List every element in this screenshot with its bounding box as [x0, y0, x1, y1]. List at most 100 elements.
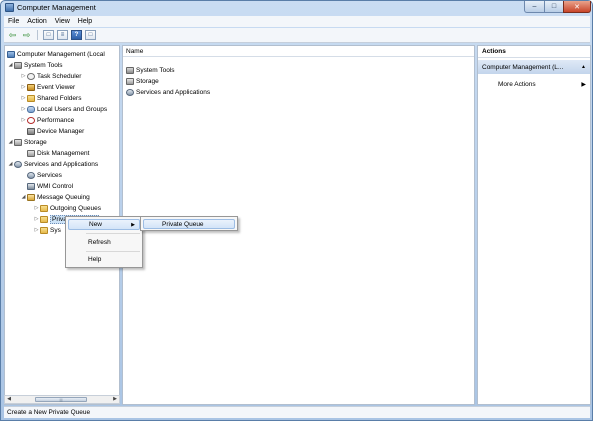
submenu-arrow-icon: ▶ [581, 81, 586, 88]
tree-item-label: Device Manager [37, 127, 85, 135]
column-header-label: Name [126, 47, 144, 55]
folder-icon [40, 204, 48, 212]
actions-section-computer-management[interactable]: Computer Management (L... ▲ [478, 60, 590, 74]
tree-item-message-queuing[interactable]: ◢ Message Queuing [20, 192, 90, 202]
status-bar: Create a New Private Queue [4, 406, 590, 418]
tree-item-disk-management[interactable]: Disk Management [27, 148, 89, 158]
title-bar[interactable]: Computer Management – □ ✕ [1, 1, 592, 15]
export-list-icon: ≡ [60, 32, 65, 38]
list-item[interactable]: Storage [126, 76, 159, 86]
tree-item-system-tools[interactable]: ◢ System Tools [7, 60, 63, 70]
tree-item-label: Task Scheduler [37, 72, 82, 80]
expand-triangle-icon[interactable]: ▷ [20, 73, 27, 79]
submenu-label: Private Queue [162, 220, 204, 228]
tree-item-computer-management[interactable]: Computer Management (Local [7, 49, 105, 59]
back-arrow-icon: ⇦ [8, 29, 17, 40]
collapse-triangle-icon[interactable]: ◢ [20, 194, 27, 200]
help-button[interactable]: ? [71, 30, 82, 40]
scroll-left-icon[interactable]: ◀ [5, 396, 13, 403]
window-title: Computer Management [17, 3, 96, 12]
tree-item-storage[interactable]: ◢ Storage [7, 137, 47, 147]
expand-triangle-icon[interactable]: ▷ [20, 106, 27, 112]
shared-folders-icon [27, 94, 35, 102]
context-menu-item-help[interactable]: Help [68, 254, 140, 265]
tree-item-label: Sys [50, 226, 61, 234]
forward-button[interactable]: ⇨ [21, 30, 32, 40]
expand-triangle-icon[interactable]: ▷ [20, 84, 27, 90]
tree-item-system-queues[interactable]: ▷ Sys [33, 225, 61, 235]
menu-separator [86, 233, 140, 234]
list-item[interactable]: Services and Applications [126, 87, 210, 97]
services-icon [27, 171, 35, 179]
toolbar-separator [37, 30, 38, 40]
expand-triangle-icon[interactable]: ▷ [33, 216, 40, 222]
services-applications-icon [14, 160, 22, 168]
computer-management-app-icon [5, 3, 14, 12]
list-item[interactable]: System Tools [126, 65, 175, 75]
expand-triangle-icon[interactable]: ▷ [20, 117, 27, 123]
actions-header: Actions [478, 46, 590, 58]
storage-icon [126, 77, 134, 85]
tree-item-shared-folders[interactable]: ▷ Shared Folders [20, 93, 81, 103]
show-hide-action-pane-button[interactable]: □ [85, 30, 96, 40]
back-button[interactable]: ⇦ [7, 30, 18, 40]
menu-file[interactable]: File [4, 18, 23, 25]
wmi-control-icon [27, 182, 35, 190]
export-list-button[interactable]: ≡ [57, 30, 68, 40]
submenu-item-private-queue[interactable]: Private Queue [143, 219, 235, 229]
tree-item-wmi-control[interactable]: WMI Control [27, 181, 73, 191]
submenu-arrow-icon: ▶ [131, 221, 135, 228]
menu-view[interactable]: View [51, 18, 74, 25]
task-scheduler-icon [27, 72, 35, 80]
show-hide-console-tree-button[interactable]: □ [43, 30, 54, 40]
collapse-triangle-icon[interactable]: ◢ [7, 139, 14, 145]
help-icon: ? [74, 32, 79, 38]
device-manager-icon [27, 127, 35, 135]
more-actions-item[interactable]: More Actions ▶ [498, 79, 588, 89]
tree-item-task-scheduler[interactable]: ▷ Task Scheduler [20, 71, 81, 81]
tree-item-local-users-groups[interactable]: ▷ Local Users and Groups [20, 104, 107, 114]
tree-item-services-and-applications[interactable]: ◢ Services and Applications [7, 159, 98, 169]
tree-item-performance[interactable]: ▷ Performance [20, 115, 74, 125]
actions-pane: Actions Computer Management (L... ▲ More… [477, 45, 591, 405]
users-icon [27, 105, 35, 113]
expand-triangle-icon[interactable]: ▷ [33, 227, 40, 233]
menu-action[interactable]: Action [23, 18, 50, 25]
tree-item-label: Outgoing Queues [50, 204, 101, 212]
folder-icon [40, 215, 48, 223]
list-item-label: Storage [136, 77, 159, 85]
menu-help[interactable]: Help [74, 18, 96, 25]
tree-item-device-manager[interactable]: Device Manager [27, 126, 84, 136]
name-column-header[interactable]: Name [123, 46, 474, 57]
expand-triangle-icon[interactable]: ▷ [33, 205, 40, 211]
tree-item-label: Message Queuing [37, 193, 90, 201]
tree-item-services[interactable]: Services [27, 170, 62, 180]
minimize-button[interactable]: – [524, 1, 545, 13]
collapse-triangle-icon[interactable]: ◢ [7, 161, 14, 167]
context-menu-item-new[interactable]: New ▶ [68, 219, 140, 230]
context-menu: New ▶ Refresh Help [65, 216, 143, 268]
context-menu-item-refresh[interactable]: Refresh [68, 237, 140, 248]
folder-icon [40, 226, 48, 234]
tree-item-outgoing-queues[interactable]: ▷ Outgoing Queues [33, 203, 101, 213]
collapse-up-icon[interactable]: ▲ [581, 64, 586, 70]
message-queuing-icon [27, 193, 35, 201]
context-menu-label: Refresh [88, 239, 111, 246]
tree-item-label: Computer Management (Local [17, 50, 105, 58]
disk-management-icon [27, 149, 35, 157]
expand-triangle-icon[interactable]: ▷ [20, 95, 27, 101]
scroll-right-icon[interactable]: ▶ [111, 396, 119, 403]
tree-item-label: Performance [37, 116, 75, 124]
tree-item-label: Local Users and Groups [37, 105, 108, 113]
maximize-icon: □ [551, 3, 557, 10]
tree-item-event-viewer[interactable]: ▷ Event Viewer [20, 82, 75, 92]
maximize-button[interactable]: □ [544, 1, 564, 13]
tree-horizontal-scrollbar[interactable]: ◀ ||| ▶ [4, 395, 120, 404]
collapse-triangle-icon[interactable]: ◢ [7, 62, 14, 68]
services-applications-icon [126, 88, 134, 96]
close-button[interactable]: ✕ [563, 1, 591, 13]
scrollbar-thumb[interactable]: ||| [35, 397, 87, 402]
actions-header-label: Actions [482, 48, 506, 55]
computer-management-window: Computer Management – □ ✕ File Action Vi… [0, 0, 593, 421]
context-menu-label: Help [88, 256, 102, 263]
